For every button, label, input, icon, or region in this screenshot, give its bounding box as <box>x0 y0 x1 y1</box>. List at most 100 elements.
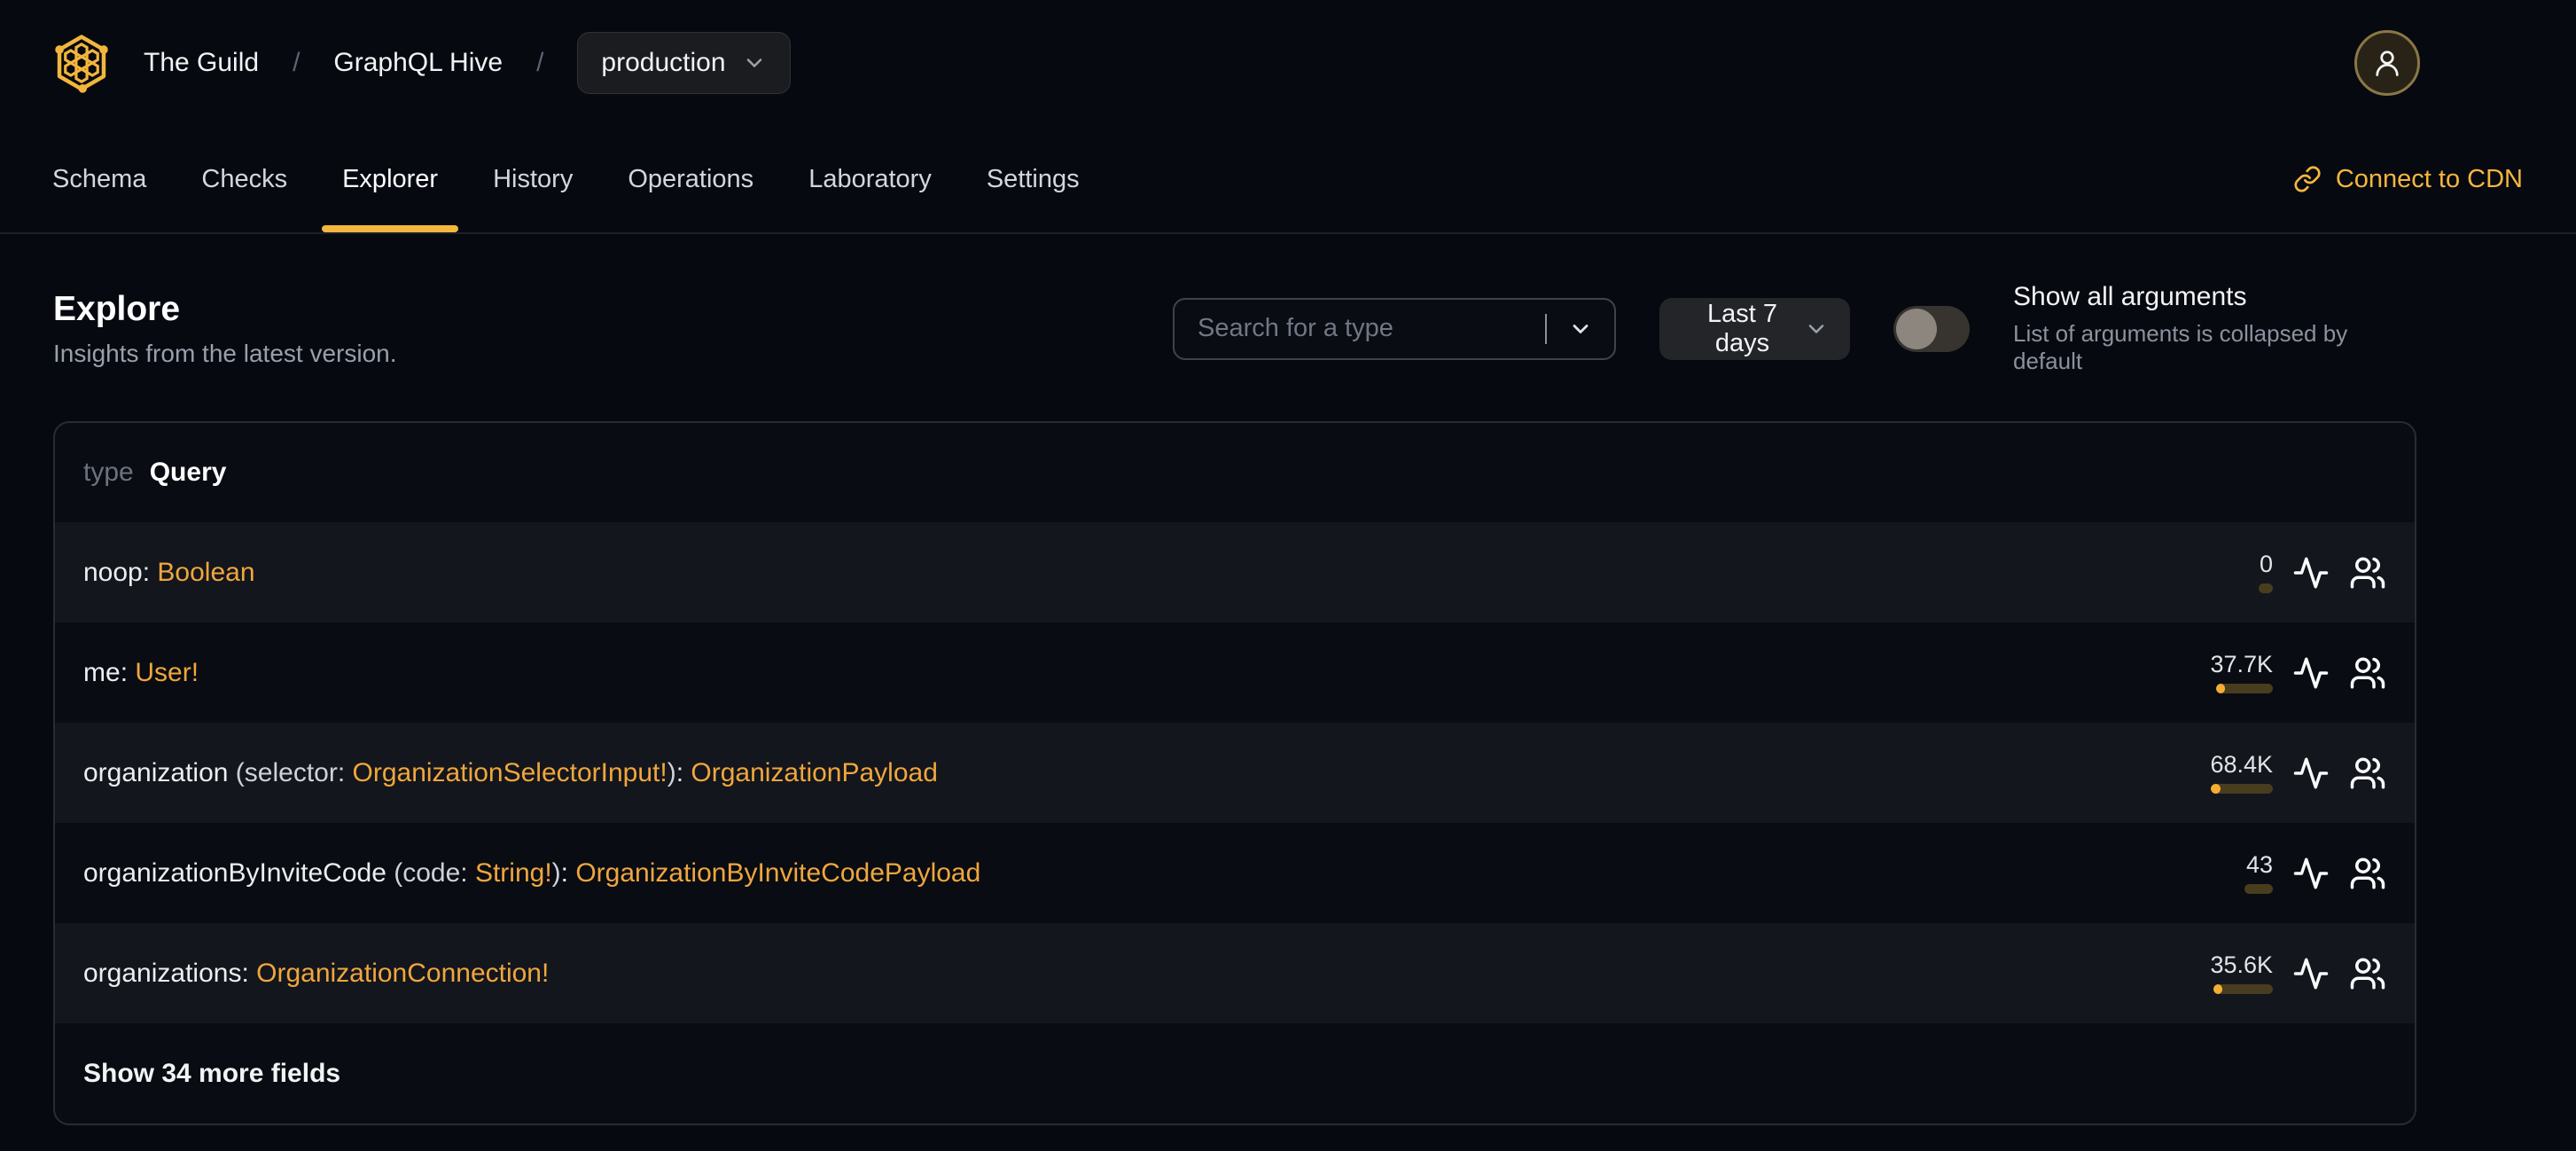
field-name: organizationByInviteCode <box>83 857 386 888</box>
activity-icon <box>2293 857 2329 889</box>
tab-laboratory[interactable]: Laboratory <box>785 126 956 232</box>
show-more-fields-button[interactable]: Show 34 more fields <box>55 1023 2415 1124</box>
field-activity-button[interactable] <box>2292 855 2330 892</box>
target-selector-dropdown[interactable]: production <box>577 32 791 94</box>
field-activity-button[interactable] <box>2292 554 2330 591</box>
combobox-open-button[interactable] <box>1547 316 1614 342</box>
syntax-colon: : <box>675 757 691 787</box>
toolbar: Last 7 days Show all arguments List of a… <box>1173 282 2416 375</box>
field-request-count: 0 <box>2259 550 2273 577</box>
breadcrumb-project[interactable]: GraphQL Hive <box>333 48 503 78</box>
activity-icon <box>2293 657 2329 688</box>
argument-type-link[interactable]: OrganizationSelectorInput! <box>353 758 667 787</box>
field-usage-bar <box>2244 883 2273 894</box>
argument-name: selector: <box>244 757 353 787</box>
field-activity-button[interactable] <box>2292 955 2330 992</box>
field-type-link[interactable]: User! <box>135 658 199 687</box>
field-signature: noop: Boolean <box>83 558 255 588</box>
user-icon <box>2376 51 2399 76</box>
period-value: Last 7 days <box>1707 299 1777 357</box>
field-usage-block: 35.6K <box>2165 951 2273 994</box>
field-type-link[interactable]: OrganizationByInviteCodePayload <box>575 858 980 888</box>
tab-explorer[interactable]: Explorer <box>318 126 462 232</box>
show-all-arguments-toggle[interactable] <box>1893 305 1970 352</box>
page-title-block: Explore Insights from the latest version… <box>53 290 397 368</box>
field-row: noop: Boolean 0 <box>55 522 2415 622</box>
field-signature: organizationByInviteCode (code: String!)… <box>83 858 980 889</box>
top-bar: The Guild / GraphQL Hive / production <box>0 0 2576 126</box>
field-type-link[interactable]: Boolean <box>157 558 254 587</box>
type-card-header: type Query <box>55 423 2415 522</box>
connect-to-cdn-label: Connect to CDN <box>2335 164 2523 193</box>
target-selector-value: production <box>601 48 726 77</box>
syntax-paren: ) <box>551 857 561 888</box>
field-consumers-button[interactable] <box>2349 654 2386 692</box>
field-row: organizations: OrganizationConnection! 35… <box>55 923 2415 1023</box>
field-list: noop: Boolean 0 me: User! 37.7K organization… <box>55 522 2415 1023</box>
field-metrics: 68.4K <box>2165 752 2386 794</box>
activity-icon <box>2293 757 2329 788</box>
field-signature: me: User! <box>83 658 199 688</box>
toggle-description: List of arguments is collapsed by defaul… <box>2013 320 2348 374</box>
breadcrumb-org[interactable]: The Guild <box>144 48 259 78</box>
field-signature: organization (selector: OrganizationSele… <box>83 758 938 788</box>
field-usage-block: 0 <box>2165 552 2273 593</box>
tab-checks[interactable]: Checks <box>177 126 311 232</box>
search-input[interactable] <box>1175 314 1545 343</box>
tabs-nav: Schema Checks Explorer History Operations Lab… <box>28 126 1104 232</box>
user-menu-button[interactable] <box>2354 30 2420 96</box>
period-dropdown[interactable]: Last 7 days <box>1659 297 1850 360</box>
field-name: me <box>83 657 121 687</box>
field-request-count: 43 <box>2245 850 2273 878</box>
syntax-paren: ( <box>386 857 403 888</box>
toggle-knob <box>1896 308 1937 349</box>
tab-bar: Schema Checks Explorer History Operations Lab… <box>0 126 2576 234</box>
syntax-colon: : <box>560 857 576 888</box>
connect-to-cdn-link[interactable]: Connect to CDN <box>2293 165 2523 194</box>
users-icon <box>2350 757 2385 788</box>
type-name: Query <box>149 458 227 487</box>
field-name: organization <box>83 757 229 787</box>
activity-icon <box>2293 958 2329 989</box>
type-kind-label: type <box>83 458 134 487</box>
users-icon <box>2350 557 2385 588</box>
page-header: Explore Insights from the latest version… <box>53 282 2416 375</box>
toggle-label-block: Show all arguments List of arguments is … <box>2013 282 2416 375</box>
field-request-count: 35.6K <box>2210 951 2273 978</box>
field-row: organization (selector: OrganizationSele… <box>55 723 2415 823</box>
field-metrics: 0 <box>2165 552 2386 593</box>
argument-name: code: <box>402 857 475 888</box>
link-icon <box>2294 166 2321 192</box>
argument-type-link[interactable]: String! <box>475 858 552 888</box>
field-usage-bar <box>2213 983 2273 994</box>
syntax-paren: ( <box>228 757 245 787</box>
tab-history[interactable]: History <box>469 126 597 232</box>
tab-settings[interactable]: Settings <box>963 126 1104 232</box>
field-request-count: 37.7K <box>2210 650 2273 677</box>
syntax-colon: : <box>120 657 136 687</box>
field-usage-bar-fill <box>2216 683 2225 693</box>
syntax-colon: : <box>142 557 158 587</box>
field-consumers-button[interactable] <box>2349 755 2386 792</box>
breadcrumb-separator: / <box>293 48 301 77</box>
field-activity-button[interactable] <box>2292 654 2330 692</box>
field-type-link[interactable]: OrganizationPayload <box>691 758 938 787</box>
users-icon <box>2350 657 2385 688</box>
field-usage-bar <box>2259 583 2273 593</box>
page-subtitle: Insights from the latest version. <box>53 339 397 367</box>
field-activity-button[interactable] <box>2292 755 2330 792</box>
field-metrics: 43 <box>2165 850 2386 894</box>
breadcrumb-separator: / <box>536 48 544 77</box>
field-consumers-button[interactable] <box>2349 554 2386 591</box>
tab-schema[interactable]: Schema <box>28 126 170 232</box>
field-consumers-button[interactable] <box>2349 955 2386 992</box>
field-usage-block: 37.7K <box>2165 650 2273 693</box>
field-consumers-button[interactable] <box>2349 855 2386 892</box>
field-signature: organizations: OrganizationConnection! <box>83 959 549 989</box>
users-icon <box>2350 857 2385 889</box>
tab-operations[interactable]: Operations <box>604 126 777 232</box>
hive-logo-icon[interactable] <box>53 33 110 93</box>
toggle-label: Show all arguments <box>2013 282 2247 311</box>
chevron-down-icon <box>1808 324 1824 333</box>
field-type-link[interactable]: OrganizationConnection! <box>256 959 549 988</box>
